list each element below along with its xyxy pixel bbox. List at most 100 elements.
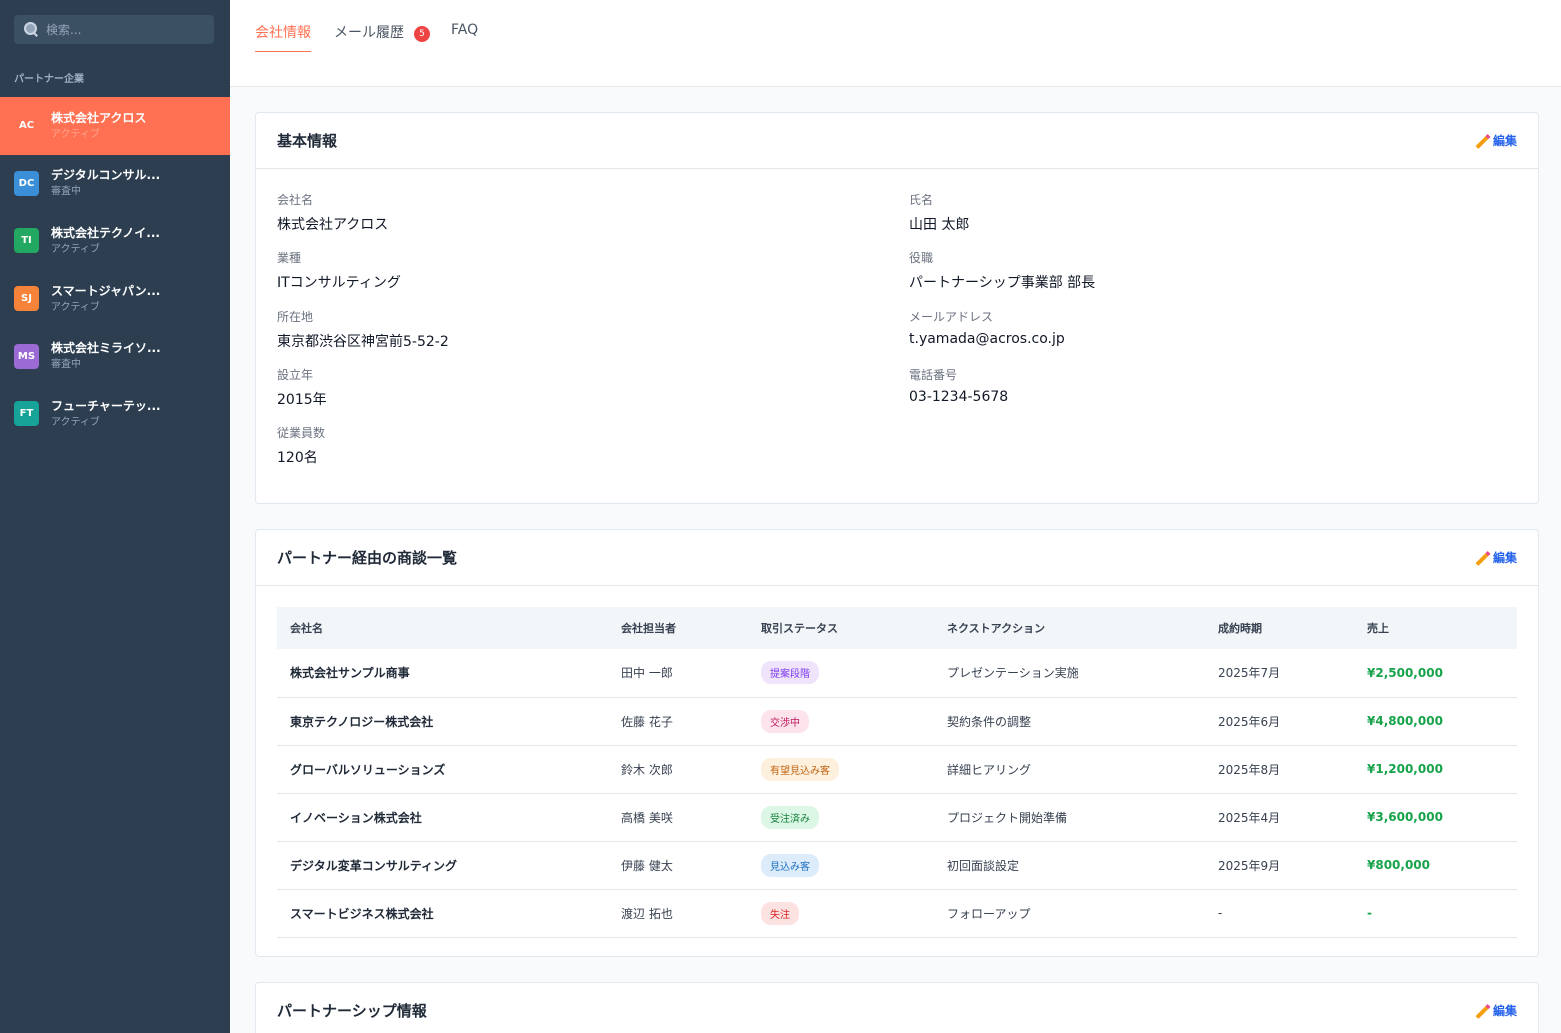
info-field: 氏名 山田 太郎 [909, 191, 1509, 234]
next-action-cell: 初回面談設定 [947, 858, 1020, 873]
partner-status: 審査中 [51, 359, 81, 371]
partner-item[interactable]: MS 株式会社ミライソ... 審査中 [0, 327, 230, 385]
edit-button[interactable]: 編集 [1476, 1002, 1517, 1019]
partner-avatar: FT [14, 401, 39, 427]
sales-cell: - [1367, 906, 1372, 920]
partnership-card: パートナーシップ情報 編集 [255, 982, 1539, 1033]
next-action-cell: 契約条件の調整 [947, 714, 1032, 729]
partner-avatar: MS [14, 343, 39, 369]
status-cell: 有望見込み客 [748, 745, 934, 793]
partner-info: スマートジャパン... アクティブ [51, 285, 160, 313]
partner-name: フューチャーテッ... [51, 398, 161, 413]
info-label: 業種 [277, 251, 302, 266]
company-cell: デジタル変革コンサルティング [290, 858, 458, 873]
column-header: ネクストアクション [947, 622, 1046, 635]
info-value: 03-1234-5678 [909, 388, 1009, 405]
edit-label: 編集 [1492, 551, 1517, 565]
partner-avatar: SJ [14, 286, 39, 312]
close-date-cell: 2025年9月 [1218, 858, 1281, 873]
info-value: 2015年 [277, 391, 327, 408]
info-label: 氏名 [909, 193, 934, 207]
close-date-cell: 2025年7月 [1218, 666, 1281, 681]
next-action-cell: フォローアップ [947, 906, 1031, 921]
contact-cell: 伊藤 健太 [621, 858, 673, 873]
table-row[interactable]: グローバルソリューションズ 鈴木 次郎 有望見込み客 詳細ヒアリング 2025年8月 ¥1… [277, 745, 1517, 793]
card-title: パートナー経由の商談一覧 [277, 549, 458, 567]
edit-button[interactable]: 編集 [1476, 132, 1517, 149]
table-header: 会社名 会社担当者 取引ステータス ネクストアクション 成約時期 売上 [277, 607, 1517, 649]
info-field: 電話番号 03-1234-5678 [909, 366, 1509, 405]
partner-name: スマートジャパン... [51, 283, 161, 298]
close-date-cell: 2025年6月 [1218, 714, 1281, 729]
sales-cell: ¥3,600,000 [1367, 810, 1443, 824]
table-row[interactable]: 東京テクノロジー株式会社 佐藤 花子 交渉中 契約条件の調整 2025年6月 ¥4,800… [277, 697, 1517, 745]
next-action-cell: プロジェクト開始準備 [947, 810, 1068, 825]
info-field: 役職 パートナーシップ事業部 部長 [909, 249, 1509, 292]
close-date-cell: 2025年4月 [1218, 810, 1281, 825]
partner-item[interactable]: TI 株式会社テクノイ... アクティブ [0, 212, 230, 270]
status-badge: 提案段階 [761, 661, 819, 685]
status-cell: 受注済み [748, 793, 934, 841]
contact-cell: 佐藤 花子 [621, 714, 673, 729]
info-label: 従業員数 [277, 426, 326, 441]
search-input[interactable] [46, 22, 206, 37]
status-badge: 失注 [761, 901, 799, 925]
search-icon [22, 21, 40, 39]
partner-item[interactable]: SJ スマートジャパン... アクティブ [0, 270, 230, 328]
info-label: 会社名 [277, 193, 314, 207]
table-row[interactable]: イノベーション株式会社 高橋 美咲 受注済み プロジェクト開始準備 2025年4月 ¥3,… [277, 793, 1517, 841]
contact-cell: 渡辺 拓也 [621, 906, 673, 921]
partner-item[interactable]: FT フューチャーテッ... アクティブ [0, 385, 230, 443]
partner-status: アクティブ [51, 243, 100, 255]
status-cell: 交渉中 [748, 697, 934, 745]
info-value: 東京都渋谷区神宮前5-52-2 [277, 333, 449, 350]
next-action-cell: 詳細ヒアリング [947, 762, 1032, 777]
info-value: 株式会社アクロス [277, 217, 389, 233]
basic-info-card: 基本情報 編集 会社名株式会社アクロス 業種 ITコンサルティング所在地 東京都渋谷区… [255, 112, 1539, 504]
info-label: 役職 [909, 251, 934, 266]
sales-cell: ¥2,500,000 [1367, 665, 1443, 680]
card-title: パートナーシップ情報 [277, 1002, 427, 1020]
status-cell: 見込み客 [748, 841, 934, 889]
company-cell: グローバルソリューションズ [290, 762, 446, 777]
partner-name: 株式会社テクノイ... [51, 225, 160, 240]
partner-avatar: TI [14, 228, 39, 254]
tab-company-info[interactable]: 会社情報 [255, 22, 311, 52]
close-date-cell: 2025年8月 [1218, 762, 1281, 777]
info-field: 所在地 東京都渋谷区神宮前5-52-2 [277, 308, 877, 351]
partner-item[interactable]: DC デジタルコンサル... 審査中 [0, 155, 230, 213]
info-value: ITコンサルティング [277, 275, 401, 292]
contact-cell: 鈴木 次郎 [621, 762, 673, 777]
partner-status: アクティブ [51, 301, 100, 313]
section-label: パートナー企業 [14, 74, 84, 85]
table-row[interactable]: スマートビジネス株式会社 渡辺 拓也 失注 フォローアップ - - [277, 889, 1517, 937]
edit-button[interactable]: 編集 [1476, 549, 1517, 566]
table-row[interactable]: デジタル変革コンサルティング 伊藤 健太 見込み客 初回面談設定 2025年9月 ¥800… [277, 841, 1517, 889]
info-value: 120名 [277, 450, 318, 467]
info-value: t.yamada@acros.co.jp [909, 330, 1065, 347]
status-badge: 見込み客 [761, 853, 819, 877]
contact-cell: 田中 一郎 [621, 666, 673, 681]
company-cell: スマートビジネス株式会社 [290, 906, 434, 921]
sales-cell: ¥800,000 [1367, 858, 1431, 872]
partner-name: 株式会社ミライソ... [51, 341, 161, 356]
partner-item[interactable]: AC 株式会社アクロス アクティブ [0, 97, 230, 155]
partner-status: アクティブ [51, 128, 100, 140]
table-row[interactable]: 株式会社サンプル商事 田中 一郎 提案段階 プレゼンテーション実施 2025年7月 ¥2,… [277, 649, 1517, 697]
tab-mail-history[interactable]: メール履歴 5 [334, 22, 430, 52]
sidebar: パートナー企業 AC 株式会社アクロスアクティブ DC デジタルコンサル... 審査中 T… [0, 0, 230, 1033]
status-badge: 受注済み [761, 805, 819, 829]
close-date-cell: - [1218, 906, 1223, 920]
column-header: 成約時期 [1218, 622, 1262, 635]
info-label: 設立年 [277, 367, 314, 382]
card-header: 基本情報 編集 [256, 113, 1538, 169]
tab-faq[interactable]: FAQ [451, 22, 478, 52]
info-field: メールアドレス t.yamada@acros.co.jp [909, 308, 1509, 347]
search-box[interactable] [14, 15, 214, 44]
company-cell: 東京テクノロジー株式会社 [290, 714, 434, 729]
next-action-cell: プレゼンテーション実施 [947, 666, 1079, 681]
card-title: 基本情報 [277, 132, 338, 150]
tab-bar: 会社情報 メール履歴 5 FAQ [230, 0, 1561, 87]
card-header: パートナー経由の商談一覧 編集 [256, 530, 1538, 586]
partner-info: 株式会社テクノイ... アクティブ [51, 227, 160, 255]
